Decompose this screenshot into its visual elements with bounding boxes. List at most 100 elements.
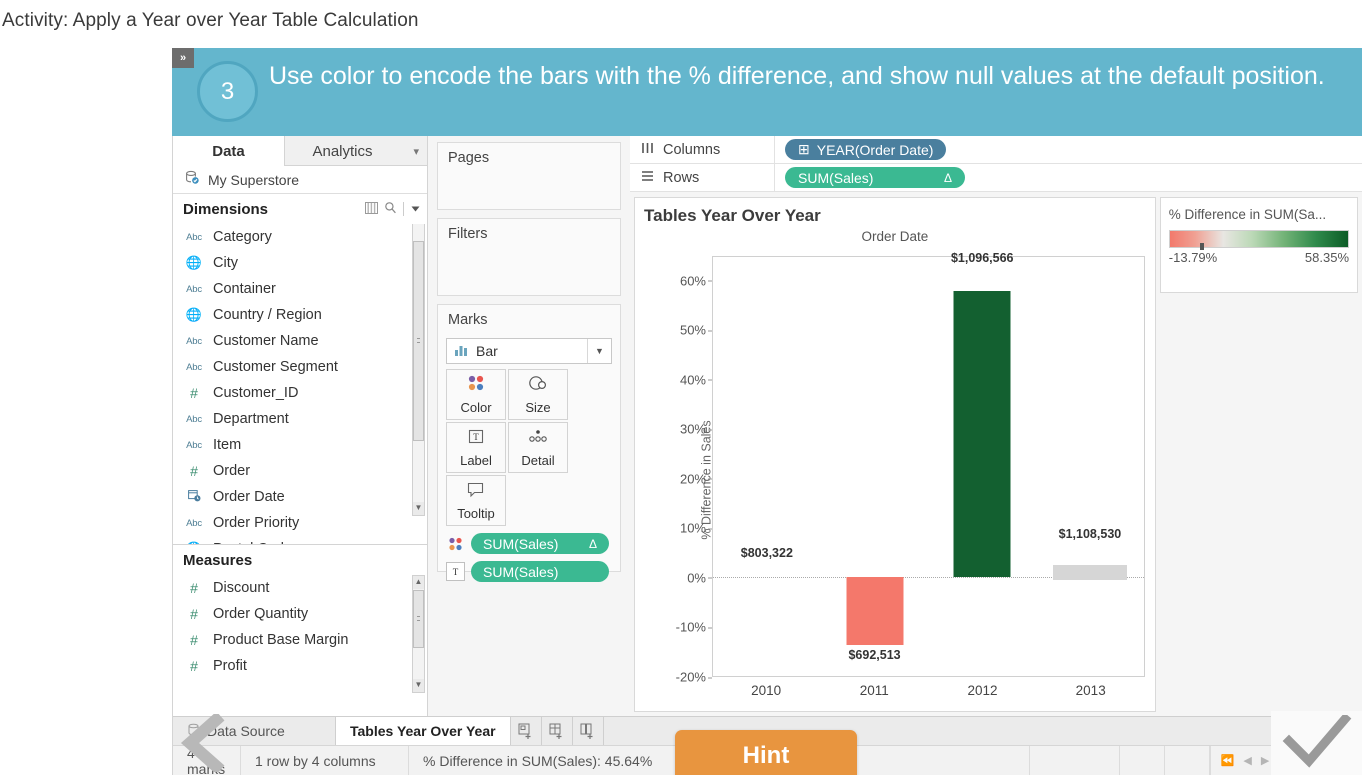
- field-label: Customer Name: [213, 333, 319, 349]
- legend-center-notch: [1200, 243, 1205, 250]
- new-worksheet-icon[interactable]: [511, 717, 542, 745]
- columns-drop-zone[interactable]: ⊞ YEAR(Order Date): [775, 136, 1362, 163]
- field-city[interactable]: 🌐 City: [173, 250, 427, 276]
- scrollbar-grip: [417, 338, 420, 343]
- mark-pill-color[interactable]: SUM(Sales) Δ: [471, 533, 609, 554]
- field-label: Order Quantity: [213, 606, 309, 622]
- legend-values: -13.79% 58.35%: [1169, 250, 1349, 265]
- checkmark-icon: [1282, 715, 1351, 768]
- tooltip-button[interactable]: Tooltip: [446, 475, 506, 526]
- status-spacer-1: [1030, 746, 1120, 775]
- field-label: Category: [213, 229, 272, 245]
- field-order-priority[interactable]: Abc Order Priority: [173, 510, 427, 536]
- field-customer-id[interactable]: # Customer_ID: [173, 380, 427, 406]
- pill-year-order-date[interactable]: ⊞ YEAR(Order Date): [785, 139, 947, 160]
- check-answer-button[interactable]: [1271, 711, 1362, 775]
- y-tick: 10%: [679, 520, 713, 536]
- scrollbar-grip: [417, 616, 420, 621]
- bar-rect[interactable]: [846, 577, 904, 646]
- new-dashboard-icon[interactable]: [542, 717, 573, 745]
- columns-shelf[interactable]: Columns ⊞ YEAR(Order Date): [630, 136, 1362, 164]
- x-tick: 2011: [859, 683, 889, 698]
- tab-data[interactable]: Data: [173, 136, 285, 166]
- field-customer-name[interactable]: Abc Customer Name: [173, 328, 427, 354]
- worksheet-view[interactable]: Tables Year Over Year Order Date % Diffe…: [634, 197, 1156, 712]
- measures-scrollbar[interactable]: ▲ ▼: [412, 575, 425, 693]
- plus-square-icon[interactable]: ⊞: [798, 141, 810, 158]
- field-order-quantity[interactable]: # Order Quantity: [173, 601, 427, 627]
- field-department[interactable]: Abc Department: [173, 406, 427, 432]
- hint-button[interactable]: Hint: [675, 730, 857, 775]
- mark-type-dropdown[interactable]: Bar ▼: [446, 338, 612, 364]
- search-icon[interactable]: [384, 201, 397, 218]
- legend-gradient-ramp[interactable]: [1168, 230, 1349, 250]
- field-container[interactable]: Abc Container: [173, 276, 427, 302]
- tooltip-label: Tooltip: [457, 505, 495, 521]
- scroll-down-icon[interactable]: ▼: [413, 502, 424, 515]
- scroll-up-icon[interactable]: ▲: [413, 576, 424, 589]
- datasource-name: My Superstore: [208, 171, 300, 188]
- pane-options-icon[interactable]: ▾: [413, 145, 419, 158]
- bar-slot-2012[interactable]: $1,096,566: [928, 251, 1036, 676]
- hash-icon: #: [190, 606, 198, 622]
- bar-slot-2011[interactable]: $692,513: [821, 257, 929, 676]
- field-label: Item: [213, 437, 242, 453]
- bar-rect[interactable]: [953, 290, 1011, 578]
- field-country-region[interactable]: 🌐 Country / Region: [173, 302, 427, 328]
- detail-button[interactable]: Detail: [508, 422, 568, 473]
- y-tick: 40%: [679, 372, 713, 388]
- previous-page-icon[interactable]: ◀: [1243, 754, 1251, 767]
- abc-icon: Abc: [186, 283, 202, 295]
- pill-sum-sales[interactable]: SUM(Sales) Δ: [785, 167, 965, 188]
- tab-label: Tables Year Over Year: [350, 723, 496, 739]
- label-button[interactable]: T Label: [446, 422, 506, 473]
- mark-type-value: Bar: [476, 343, 498, 359]
- instruction-text: Use color to encode the bars with the % …: [269, 62, 1325, 90]
- dimensions-list[interactable]: Abc Category 🌐 City Abc Container 🌐 Coun…: [173, 224, 427, 544]
- new-story-icon[interactable]: [573, 717, 604, 745]
- color-button[interactable]: Color: [446, 369, 506, 420]
- filters-card[interactable]: Filters: [437, 218, 621, 296]
- tab-tables-year-over-year[interactable]: Tables Year Over Year: [336, 717, 511, 745]
- group-by-folder-icon[interactable]: [365, 201, 378, 218]
- plot-canvas[interactable]: $803,322 $692,513 $1,096,566 $1,108,530: [712, 251, 1145, 677]
- chevron-down-icon[interactable]: ▼: [587, 339, 611, 363]
- size-label: Size: [525, 400, 551, 415]
- color-legend[interactable]: % Difference in SUM(Sa... -13.79% 58.35%: [1159, 197, 1358, 293]
- bar-slot-2010[interactable]: $803,322: [713, 257, 821, 676]
- measures-list[interactable]: # Discount # Order Quantity # Product Ba…: [173, 575, 427, 700]
- field-discount[interactable]: # Discount: [173, 575, 427, 601]
- bar-slot-2013[interactable]: $1,108,530: [1036, 257, 1144, 676]
- back-arrow-icon[interactable]: [172, 711, 234, 775]
- instruction-banner: » 3 Use color to encode the bars with th…: [172, 48, 1362, 136]
- mark-pill-label[interactable]: SUM(Sales): [471, 561, 609, 582]
- collapse-banner-button[interactable]: »: [172, 48, 194, 68]
- dimensions-header: Dimensions: [173, 194, 427, 224]
- datasource-row[interactable]: My Superstore: [173, 166, 427, 194]
- rows-drop-zone[interactable]: SUM(Sales) Δ: [775, 164, 1362, 191]
- pages-card[interactable]: Pages: [437, 142, 621, 210]
- scroll-down-icon[interactable]: ▼: [413, 679, 424, 692]
- field-profit[interactable]: # Profit: [173, 653, 427, 679]
- next-page-icon[interactable]: ▶: [1261, 754, 1269, 767]
- field-category[interactable]: Abc Category: [173, 224, 427, 250]
- chevron-down-icon[interactable]: [410, 201, 421, 218]
- field-order[interactable]: # Order: [173, 458, 427, 484]
- globe-icon: 🌐: [185, 307, 203, 322]
- label-label: Label: [460, 452, 492, 468]
- field-item[interactable]: Abc Item: [173, 432, 427, 458]
- field-product-base-margin[interactable]: # Product Base Margin: [173, 627, 427, 653]
- field-label: Department: [213, 411, 289, 427]
- tab-analytics[interactable]: Analytics: [285, 136, 400, 166]
- scrollbar-thumb[interactable]: [413, 241, 424, 441]
- rows-shelf[interactable]: Rows SUM(Sales) Δ: [630, 164, 1362, 192]
- null-bar-rect[interactable]: [1052, 565, 1127, 580]
- first-page-icon[interactable]: ⏪: [1221, 754, 1235, 767]
- field-customer-segment[interactable]: Abc Customer Segment: [173, 354, 427, 380]
- field-postal-code[interactable]: 🌐 Postal Code: [173, 536, 427, 544]
- dimensions-scrollbar[interactable]: ▲ ▼: [412, 224, 425, 516]
- size-button[interactable]: Size: [508, 369, 568, 420]
- field-order-date[interactable]: Order Date: [173, 484, 427, 510]
- detail-dots-icon: [527, 428, 549, 450]
- scrollbar-thumb[interactable]: [413, 590, 424, 648]
